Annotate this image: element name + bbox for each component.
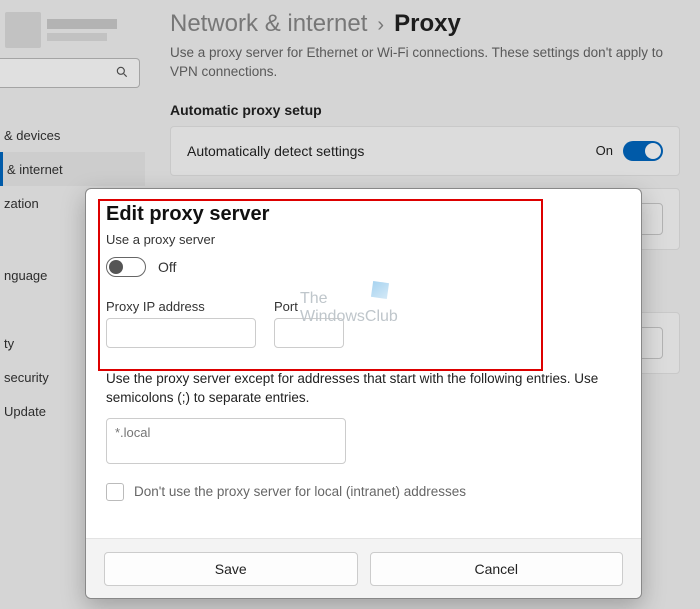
watermark-logo: [371, 281, 389, 299]
exceptions-description: Use the proxy server except for addresse…: [106, 370, 616, 408]
dialog-footer: Save Cancel: [86, 538, 641, 598]
proxy-ip-input[interactable]: [106, 318, 256, 348]
port-label: Port: [274, 299, 344, 314]
toggle-state-text: Off: [158, 259, 176, 275]
edit-proxy-dialog: Edit proxy server Use a proxy server Off…: [85, 188, 642, 599]
cancel-button[interactable]: Cancel: [370, 552, 624, 586]
intranet-checkbox[interactable]: [106, 483, 124, 501]
ip-label: Proxy IP address: [106, 299, 256, 314]
intranet-checkbox-label: Don't use the proxy server for local (in…: [134, 484, 466, 499]
use-proxy-toggle[interactable]: [106, 257, 146, 277]
save-button[interactable]: Save: [104, 552, 358, 586]
exceptions-input[interactable]: [106, 418, 346, 464]
dialog-title: Edit proxy server: [106, 203, 621, 226]
use-proxy-label: Use a proxy server: [106, 232, 621, 247]
proxy-port-input[interactable]: [274, 318, 344, 348]
